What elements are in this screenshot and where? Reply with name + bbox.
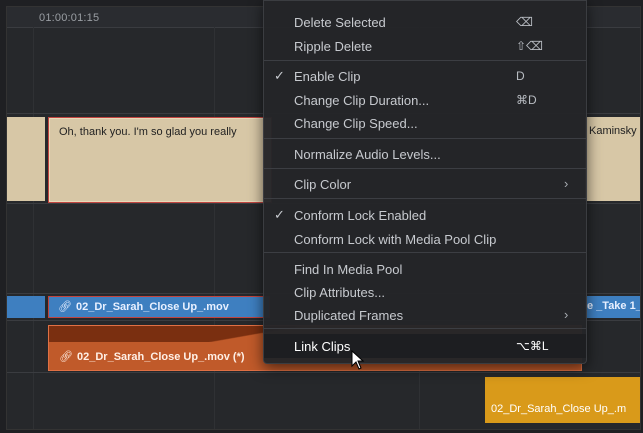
- menu-separator: [264, 60, 586, 61]
- link-icon: 🔗︎: [58, 301, 72, 313]
- menu-item-label: Conform Lock Enabled: [294, 208, 427, 223]
- video-clip-label: 02_Dr_Sarah_Close Up_.mov: [76, 301, 229, 313]
- yellow-clip-name: 02_Dr_Sarah_Close Up_.m: [491, 403, 627, 415]
- subtitle-clip-text: Kaminsky: [589, 125, 637, 137]
- menu-item-label: Change Clip Duration...: [294, 93, 430, 108]
- menu-item-shortcut: ⌘D: [516, 93, 537, 107]
- check-icon: ✓: [274, 68, 285, 83]
- menu-item-normalize-audio[interactable]: Normalize Audio Levels...: [264, 143, 586, 165]
- menu-item-find-in-media-pool[interactable]: Find In Media Pool: [264, 258, 586, 280]
- audio-clip-label: 02_Dr_Sarah_Close Up_.mov (*): [77, 351, 245, 363]
- menu-item-shortcut: ⇧⌫: [516, 39, 544, 53]
- menu-item-label: Enable Clip: [294, 69, 361, 84]
- menu-item-enable-clip[interactable]: ✓ Enable Clip D: [264, 65, 586, 87]
- menu-separator: [264, 198, 586, 199]
- timeline-screenshot: 01:00:01:15 Oh, thank you. I'm so glad y…: [0, 0, 643, 433]
- menu-separator: [264, 328, 586, 329]
- menu-item-conform-lock-enabled[interactable]: ✓ Conform Lock Enabled: [264, 204, 586, 226]
- menu-item-label: Link Clips: [294, 339, 351, 354]
- menu-item-label: Ripple Delete: [294, 39, 373, 54]
- subtitle-clip[interactable]: [7, 117, 45, 201]
- chevron-right-icon: ›: [564, 176, 569, 191]
- menu-item-shortcut: D: [516, 69, 525, 83]
- menu-item-clip-attributes[interactable]: Clip Attributes...: [264, 281, 586, 303]
- menu-item-delete-selected[interactable]: Delete Selected ⌫: [264, 11, 586, 33]
- menu-item-shortcut: ⌥⌘L: [516, 339, 549, 353]
- pointer-cursor-icon: [351, 350, 365, 370]
- menu-item-label: Normalize Audio Levels...: [294, 147, 441, 162]
- menu-item-link-clips[interactable]: Link Clips ⌥⌘L: [264, 334, 586, 358]
- menu-item-ripple-delete[interactable]: Ripple Delete ⇧⌫: [264, 35, 586, 57]
- menu-separator: [264, 138, 586, 139]
- menu-item-clip-color[interactable]: Clip Color ›: [264, 173, 586, 195]
- menu-item-duplicated-frames[interactable]: Duplicated Frames ›: [264, 304, 586, 326]
- menu-item-shortcut: ⌫: [516, 15, 533, 29]
- context-menu: Delete Selected ⌫ Ripple Delete ⇧⌫ ✓ Ena…: [263, 0, 587, 364]
- menu-item-change-clip-duration[interactable]: Change Clip Duration... ⌘D: [264, 89, 586, 111]
- video-clip-selected[interactable]: 🔗︎ 02_Dr_Sarah_Close Up_.mov: [48, 296, 270, 318]
- check-icon: ✓: [274, 207, 285, 222]
- video-clip[interactable]: e _Take 1_: [585, 296, 640, 318]
- link-icon: 🔗︎: [59, 351, 73, 363]
- subtitle-clip-text: Oh, thank you. I'm so glad you really: [59, 126, 237, 138]
- menu-item-label: Duplicated Frames: [294, 308, 404, 323]
- menu-item-label: Find In Media Pool: [294, 262, 403, 277]
- grid-line: [33, 27, 34, 429]
- menu-separator: [264, 252, 586, 253]
- subtitle-clip[interactable]: Kaminsky: [585, 117, 640, 201]
- video-clip-name: 🔗︎ 02_Dr_Sarah_Close Up_.mov: [58, 300, 229, 313]
- audio-clip-name: 🔗︎ 02_Dr_Sarah_Close Up_.mov (*): [59, 350, 245, 363]
- menu-item-label: Conform Lock with Media Pool Clip: [294, 232, 497, 247]
- yellow-clip[interactable]: 02_Dr_Sarah_Close Up_.m: [485, 377, 640, 423]
- timecode-label: 01:00:01:15: [39, 12, 100, 24]
- menu-item-label: Delete Selected: [294, 15, 386, 30]
- menu-item-label: Clip Color: [294, 177, 352, 192]
- menu-item-conform-lock-media-pool[interactable]: Conform Lock with Media Pool Clip: [264, 228, 586, 250]
- subtitle-clip-selected[interactable]: Oh, thank you. I'm so glad you really: [48, 117, 272, 203]
- menu-separator: [264, 168, 586, 169]
- track-divider: [7, 372, 640, 373]
- menu-item-change-clip-speed[interactable]: Change Clip Speed...: [264, 112, 586, 134]
- menu-item-label: Clip Attributes...: [294, 285, 386, 300]
- video-clip-name: e _Take 1_: [587, 300, 641, 312]
- menu-item-label: Change Clip Speed...: [294, 116, 418, 131]
- chevron-right-icon: ›: [564, 307, 569, 322]
- video-clip[interactable]: [7, 296, 45, 318]
